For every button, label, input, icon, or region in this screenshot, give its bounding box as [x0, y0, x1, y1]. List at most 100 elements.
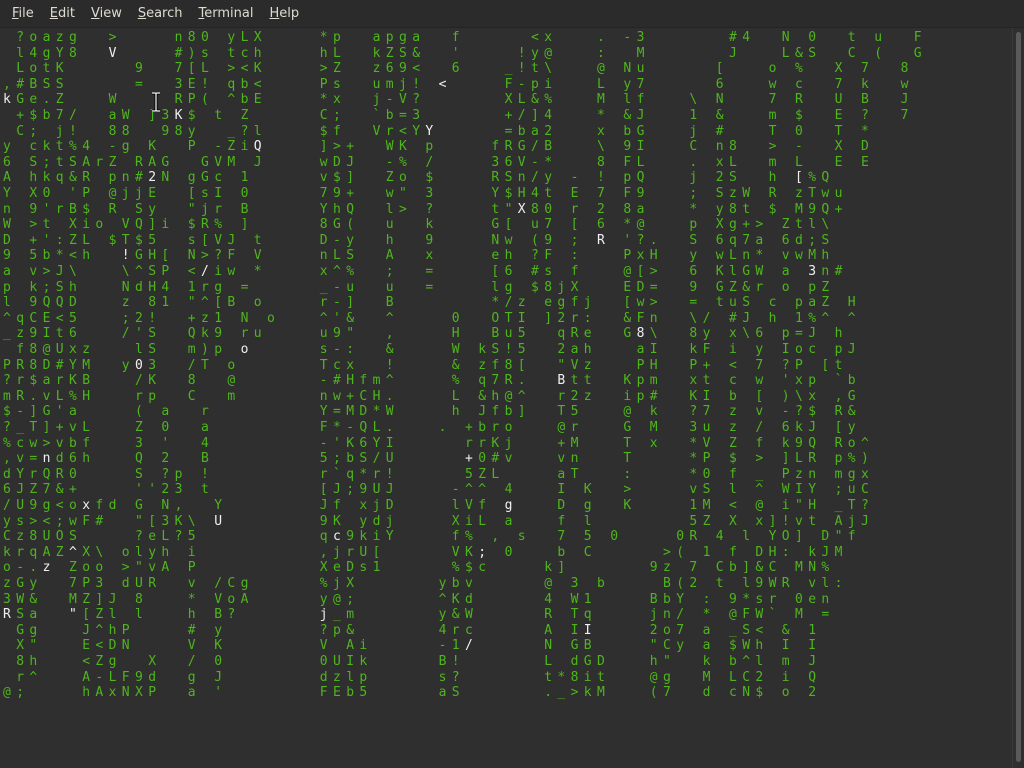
rain-char: ; — [808, 232, 817, 248]
menu-view[interactable]: View — [83, 0, 130, 28]
rain-char: < — [240, 61, 249, 77]
rain-char: j — [583, 295, 592, 311]
rain-char: ' — [333, 310, 341, 326]
rain-char: K — [451, 591, 460, 607]
rain-char: I — [385, 435, 394, 451]
rain-char: h — [649, 654, 658, 669]
rain-char: * — [372, 404, 381, 420]
rain-char: Z — [108, 154, 117, 170]
rain-char: ] — [768, 513, 777, 529]
scrollbar-thumb[interactable] — [1016, 32, 1021, 762]
rain-char: u — [372, 76, 381, 92]
rain-char: o — [768, 61, 777, 77]
rain-char: \ — [649, 326, 658, 342]
rain-char: y — [187, 123, 196, 139]
rain-char: q — [55, 170, 64, 186]
rain-char: K — [333, 513, 341, 529]
rain-char: O — [491, 310, 500, 326]
rain-char: I — [702, 388, 711, 404]
rain-char: 5 — [29, 248, 38, 264]
menu-edit[interactable]: Edit — [42, 0, 83, 28]
menu-help[interactable]: Help — [261, 0, 307, 28]
rain-char: j — [689, 170, 698, 186]
rain-char: r — [346, 544, 355, 560]
rain-char: v — [808, 576, 817, 591]
rain-char: c — [333, 357, 341, 373]
rain-char: J — [808, 654, 817, 669]
rain-char: 3 — [148, 357, 157, 373]
rain-char: @ — [623, 264, 632, 279]
rain-char: G — [135, 498, 143, 513]
rain-char: L — [781, 45, 790, 61]
rain-char: : — [623, 466, 632, 482]
menu-file[interactable]: File — [4, 0, 42, 28]
rain-char: X — [319, 560, 328, 576]
rain-char: [ — [834, 420, 843, 435]
rain-char: H — [768, 544, 777, 560]
rain-char: o — [69, 498, 77, 513]
rain-char: o — [227, 357, 236, 373]
rain-char: x — [346, 357, 355, 373]
rain-char: B — [557, 373, 566, 389]
rain-char: 6 — [715, 232, 724, 248]
rain-char: G — [742, 264, 751, 279]
rain-char: T — [121, 232, 130, 248]
terminal-scrollbar[interactable] — [1012, 28, 1024, 768]
rain-char: r — [95, 154, 104, 170]
rain-char: 3 — [161, 108, 170, 123]
rain-char: L — [55, 388, 64, 404]
terminal-area[interactable]: ? o a z g > n 8 0 y L X * p a p g a f < x. -3 #4 N 0 t u Fl 4 g Y 8 V #) s… — [0, 28, 1012, 768]
rain-char: S — [689, 232, 698, 248]
rain-char: H — [808, 498, 817, 513]
rain-char: & — [531, 92, 539, 108]
rain-char: ' — [55, 404, 64, 420]
rain-char: G — [913, 45, 922, 61]
rain-char: t — [834, 357, 843, 373]
rain-char: / — [214, 576, 223, 591]
rain-char: z — [121, 295, 130, 311]
rain-char: j — [504, 435, 513, 451]
rain-char: X — [729, 513, 737, 529]
rain-char: u — [385, 279, 394, 295]
rain-char: . — [385, 388, 394, 404]
rain-char: J — [900, 92, 909, 108]
rain-char: u — [531, 217, 539, 233]
rain-char: x — [808, 388, 817, 404]
rain-char: l — [135, 607, 143, 623]
rain-char: P — [702, 451, 711, 467]
rain-char: P — [82, 186, 91, 201]
rain-char: L — [333, 248, 341, 264]
menu-terminal[interactable]: Terminal — [191, 0, 262, 28]
rain-char: L — [729, 154, 737, 170]
rain-char: f — [729, 544, 737, 560]
rain-char: ! — [69, 123, 77, 139]
rain-char: t — [531, 61, 539, 77]
rain-char: [ — [82, 607, 91, 623]
menu-search[interactable]: Search — [130, 0, 191, 28]
rain-char: 2 — [557, 310, 566, 326]
rain-char: ; — [689, 186, 698, 201]
rain-char: K — [55, 61, 64, 77]
rain-char: Z — [29, 482, 38, 498]
rain-char: l — [108, 607, 117, 623]
rain-char: U — [359, 544, 368, 560]
rain-char: M — [597, 92, 605, 108]
rain-char: o — [29, 30, 38, 45]
rain-char: L — [333, 45, 341, 61]
rain-char: = — [425, 279, 434, 295]
rain-char: x — [108, 685, 117, 701]
rain-char: w — [636, 295, 645, 311]
rain-char: & — [451, 357, 460, 373]
rain-char: ? — [135, 529, 143, 545]
rain-char: T — [570, 607, 579, 623]
rain-char: > — [108, 30, 117, 45]
rain-char: ? — [319, 622, 328, 638]
rain-char: < — [55, 310, 64, 326]
rain-char: : — [834, 576, 843, 591]
rain-char: D — [385, 498, 394, 513]
rain-char: j — [399, 76, 407, 92]
rain-char: D — [755, 544, 764, 560]
rain-char: % — [346, 264, 355, 279]
rain-char: d — [3, 466, 11, 482]
rain-char: \ — [597, 139, 605, 155]
